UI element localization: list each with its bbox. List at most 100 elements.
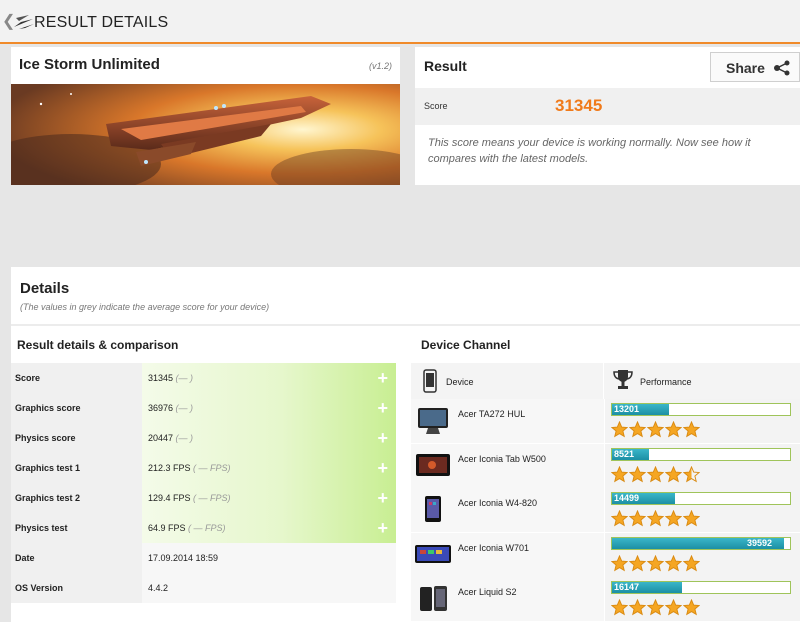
share-label: Share	[726, 60, 765, 76]
row-label: Graphics test 1	[11, 453, 142, 483]
row-average: (— )	[175, 373, 194, 383]
row-value-text: 64.9 FPS	[148, 523, 186, 533]
device-cell: Acer Iconia Tab W500	[411, 443, 604, 488]
star-rating	[610, 554, 701, 573]
device-row[interactable]: Acer TA272 HUL 13201	[411, 399, 800, 444]
table-row[interactable]: Graphics score 36976 (— ) +	[11, 393, 396, 423]
star-icon	[610, 509, 629, 527]
expand-plus-icon[interactable]: +	[377, 459, 388, 477]
device-row[interactable]: Acer Iconia W4-820 14499	[411, 488, 800, 533]
row-value-text: 20447	[148, 433, 174, 443]
star-icon	[610, 554, 629, 571]
score-bar-value: 39592	[746, 537, 772, 548]
score-label: Score	[424, 101, 448, 111]
device-cell: Acer Iconia W701	[411, 532, 604, 577]
expand-plus-icon[interactable]: +	[377, 489, 388, 507]
row-label: Graphics test 2	[11, 483, 142, 513]
star-icon	[628, 598, 647, 616]
star-icon	[682, 465, 701, 482]
row-value-text: 4.4.2	[148, 583, 169, 593]
expand-plus-icon[interactable]: +	[377, 369, 388, 387]
performance-column-label: Performance	[640, 377, 692, 387]
spaceship-artwork	[11, 84, 400, 185]
device-name: Acer Liquid S2	[458, 587, 517, 597]
page-title: RESULT DETAILS	[34, 14, 169, 31]
expand-plus-icon[interactable]: +	[377, 429, 388, 447]
tablet-icon	[425, 496, 441, 522]
row-value-text: 36976	[148, 403, 174, 413]
star-rating	[610, 465, 701, 484]
star-icon	[664, 598, 683, 616]
row-label: Date	[11, 543, 142, 573]
star-icon	[628, 509, 647, 527]
device-name: Acer TA272 HUL	[458, 409, 526, 419]
performance-cell: 39592	[605, 532, 800, 577]
expand-plus-icon[interactable]: +	[377, 519, 388, 537]
table-row: OS Version 4.4.2	[11, 573, 396, 603]
performance-cell: 13201	[605, 399, 800, 443]
star-icon	[646, 420, 665, 438]
row-label: Score	[11, 363, 142, 393]
share-icon	[774, 60, 790, 76]
details-panel: Details (The values in grey indicate the…	[11, 267, 800, 622]
monitor-icon	[418, 408, 448, 434]
score-bar: 39592	[611, 536, 791, 550]
star-icon	[682, 598, 701, 616]
row-average: ( — FPS)	[188, 523, 226, 533]
table-row[interactable]: Physics score 20447 (— ) +	[11, 423, 396, 453]
result-card: Result Share Score 31345 This score mean…	[415, 47, 800, 185]
device-cell: Acer Iconia W4-820	[411, 488, 604, 532]
star-icon	[628, 465, 647, 482]
details-note: (The values in grey indicate the average…	[20, 302, 270, 312]
performance-column-header: Performance	[605, 363, 800, 399]
row-label: Graphics score	[11, 393, 142, 423]
star-icon	[610, 420, 629, 438]
test-version: (v1.2)	[368, 61, 392, 71]
row-label: Physics test	[11, 513, 142, 543]
device-channel-title: Device Channel	[421, 338, 511, 352]
star-icon	[646, 598, 665, 616]
star-icon	[664, 465, 683, 482]
star-icon	[628, 554, 647, 571]
table-row[interactable]: Score 31345 (— ) +	[11, 363, 396, 393]
row-value: 129.4 FPS ( — FPS)	[142, 483, 396, 513]
star-icon	[646, 465, 665, 482]
star-icon	[682, 554, 701, 571]
row-value: 31345 (— )	[142, 363, 396, 393]
device-row[interactable]: Acer Iconia W701 39592	[411, 532, 800, 577]
device-row[interactable]: Acer Liquid S2 16147	[411, 577, 800, 622]
star-icon	[682, 420, 701, 438]
details-title: Details	[20, 280, 70, 297]
device-cell: Acer TA272 HUL	[411, 399, 604, 443]
expand-plus-icon[interactable]: +	[377, 399, 388, 417]
performance-cell: 16147	[605, 577, 800, 621]
device-column-label: Device	[446, 377, 474, 387]
trophy-icon	[613, 370, 633, 389]
row-value-text: 17.09.2014 18:59	[148, 553, 219, 563]
score-bar-value: 8521	[614, 448, 635, 459]
score-bar: 13201	[611, 403, 791, 416]
row-average: ( — FPS)	[193, 493, 231, 503]
table-row[interactable]: Graphics test 2 129.4 FPS ( — FPS) +	[11, 483, 396, 513]
table-row[interactable]: Physics test 64.9 FPS ( — FPS) +	[11, 513, 396, 543]
star-icon	[682, 509, 701, 527]
device-channel: Device Channel Device Performance Acer T	[411, 326, 800, 622]
widescreen-tablet-icon	[415, 544, 451, 563]
score-bar-value: 13201	[614, 404, 640, 414]
row-value-text: 212.3 FPS	[148, 463, 191, 473]
row-value: 17.09.2014 18:59	[142, 543, 396, 573]
star-icon	[664, 509, 683, 527]
star-icon	[610, 598, 629, 616]
row-average: ( — FPS)	[193, 463, 231, 473]
device-name: Acer Iconia W701	[458, 542, 530, 553]
row-label: OS Version	[11, 573, 142, 603]
device-row[interactable]: Acer Iconia Tab W500 8521	[411, 443, 800, 488]
share-button[interactable]: Share	[710, 52, 800, 82]
comparison-table: Result details & comparison Score 31345 (…	[11, 326, 396, 603]
table-row[interactable]: Graphics test 1 212.3 FPS ( — FPS) +	[11, 453, 396, 483]
star-icon	[646, 554, 665, 571]
row-value: 20447 (— )	[142, 423, 396, 453]
score-summary: Score 31345	[415, 88, 800, 125]
score-bar-value: 16147	[614, 582, 640, 592]
row-value-text: 129.4 FPS	[148, 493, 191, 503]
